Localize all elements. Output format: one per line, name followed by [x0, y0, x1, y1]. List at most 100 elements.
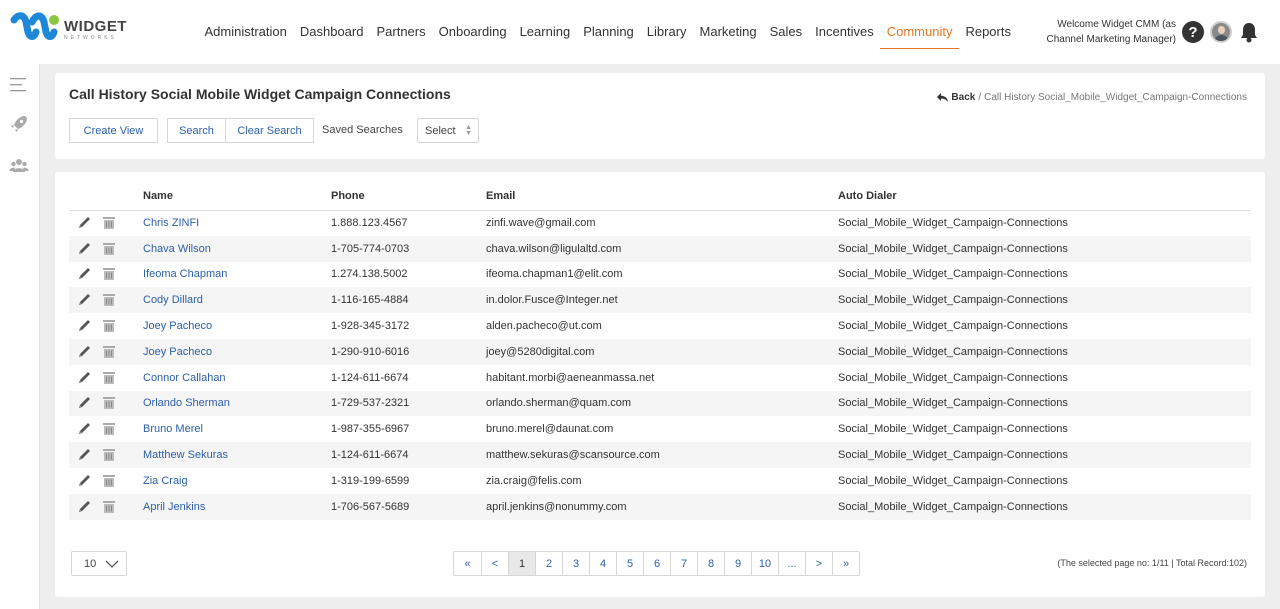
nav-item-incentives[interactable]: Incentives: [809, 15, 881, 49]
col-dialer-header[interactable]: Auto Dialer: [834, 182, 1251, 211]
cell-dialer: Social_Mobile_Widget_Campaign-Connection…: [834, 338, 1251, 365]
trash-icon[interactable]: [101, 422, 117, 436]
welcome-line-1: Welcome Widget CMM (as: [1057, 19, 1176, 30]
cell-name[interactable]: Ifeoma Chapman: [139, 262, 327, 288]
row-actions: [69, 468, 139, 494]
pencil-icon[interactable]: [77, 396, 93, 410]
breadcrumb-current: Call History Social_Mobile_Widget_Campai…: [984, 92, 1247, 103]
pencil-icon[interactable]: [77, 500, 93, 514]
pencil-icon[interactable]: [77, 448, 93, 462]
col-phone-header[interactable]: Phone: [327, 182, 482, 211]
nav-item-marketing[interactable]: Marketing: [693, 15, 763, 49]
cell-name[interactable]: Chava Wilson: [139, 235, 327, 262]
cell-email: orlando.sherman@quam.com: [482, 390, 834, 417]
pencil-icon[interactable]: [77, 293, 93, 307]
nav-item-reports[interactable]: Reports: [959, 15, 1018, 49]
rocket-icon[interactable]: [9, 114, 29, 134]
page-button[interactable]: 3: [562, 552, 589, 575]
clear-search-button[interactable]: Clear Search: [225, 118, 314, 143]
page-prev-button[interactable]: <: [481, 552, 508, 575]
menu-icon[interactable]: [9, 75, 29, 95]
cell-phone: 1-319-199-6599: [331, 474, 410, 487]
page-button[interactable]: 10: [751, 552, 778, 575]
cell-phone: 1-124-611-6674: [327, 442, 482, 468]
trash-icon[interactable]: [101, 500, 117, 514]
page-button[interactable]: 6: [643, 552, 670, 575]
page-last-button[interactable]: »: [832, 552, 859, 575]
nav-item-planning[interactable]: Planning: [577, 15, 641, 49]
cell-name[interactable]: Chris ZINFI: [139, 210, 327, 236]
trash-icon[interactable]: [101, 267, 117, 281]
pencil-icon[interactable]: [77, 216, 93, 230]
page-button[interactable]: 9: [724, 552, 751, 575]
page-button[interactable]: 1: [508, 552, 535, 575]
pencil-icon[interactable]: [77, 345, 93, 359]
cell-email: in.dolor.Fusce@Integer.net: [482, 287, 834, 314]
trash-icon[interactable]: [101, 474, 117, 488]
nav-item-partners[interactable]: Partners: [370, 15, 432, 49]
per-page-select[interactable]: 10: [71, 551, 127, 576]
cell-name[interactable]: Joey Pacheco: [139, 313, 327, 339]
table-row: Zia Craig 1-319-199-6599 zia.craig@felis.c…: [69, 468, 1251, 494]
row-actions: [69, 287, 139, 314]
nav-item-dashboard[interactable]: Dashboard: [293, 15, 370, 49]
cell-name[interactable]: Zia Craig: [139, 468, 327, 494]
trash-icon[interactable]: [101, 242, 117, 256]
trash-icon[interactable]: [101, 448, 117, 462]
cell-name[interactable]: Matthew Sekuras: [139, 442, 327, 468]
cell-name[interactable]: April Jenkins: [139, 493, 327, 520]
nav-item-community[interactable]: Community: [880, 15, 959, 49]
trash-icon[interactable]: [101, 216, 117, 230]
col-name-header[interactable]: Name: [139, 182, 327, 211]
logo[interactable]: WIDGET NETWORKS: [10, 12, 127, 48]
page-button[interactable]: 4: [589, 552, 616, 575]
pencil-icon[interactable]: [77, 267, 93, 281]
cell-email: ifeoma.chapman1@elit.com: [486, 268, 623, 281]
help-icon[interactable]: ?: [1182, 21, 1204, 43]
page-button[interactable]: 5: [616, 552, 643, 575]
table-row: Cody Dillard 1-116-165-4884 in.dolor.Fusce…: [69, 287, 1251, 314]
row-actions: [69, 416, 139, 442]
col-email-header[interactable]: Email: [482, 182, 834, 211]
cell-name[interactable]: Orlando Sherman: [139, 390, 327, 417]
trash-icon[interactable]: [101, 293, 117, 307]
nav-item-sales[interactable]: Sales: [763, 15, 809, 49]
page-ellipsis[interactable]: ...: [778, 552, 805, 575]
cell-name[interactable]: Cody Dillard: [139, 287, 327, 314]
pencil-icon[interactable]: [77, 371, 93, 385]
cell-name[interactable]: Bruno Merel: [139, 416, 327, 442]
page-next-button[interactable]: >: [805, 552, 832, 575]
search-button[interactable]: Search: [167, 118, 226, 143]
table-card: Name Phone Email Auto Dialer Chris ZINFI…: [55, 172, 1265, 597]
nav-item-library[interactable]: Library: [640, 15, 693, 49]
pencil-icon[interactable]: [77, 242, 93, 256]
nav-item-onboarding[interactable]: Onboarding: [432, 15, 513, 49]
avatar[interactable]: [1210, 21, 1232, 43]
page-button[interactable]: 7: [670, 552, 697, 575]
trash-icon[interactable]: [101, 396, 117, 410]
page-button[interactable]: 2: [535, 552, 562, 575]
trash-icon[interactable]: [101, 371, 117, 385]
pencil-icon[interactable]: [77, 474, 93, 488]
community-icon[interactable]: [9, 155, 29, 175]
pencil-icon[interactable]: [77, 422, 93, 436]
nav-item-learning[interactable]: Learning: [513, 15, 577, 49]
pencil-icon[interactable]: [77, 319, 93, 333]
cell-dialer: Social_Mobile_Widget_Campaign-Connection…: [834, 390, 1251, 417]
nav-item-administration[interactable]: Administration: [198, 15, 293, 49]
table-row: Chris ZINFI 1.888.123.4567 zinfi.wave@gmai…: [69, 210, 1251, 236]
cell-name[interactable]: Connor Callahan: [139, 365, 327, 391]
row-actions: [69, 313, 139, 339]
create-view-button[interactable]: Create View: [69, 118, 158, 143]
page-button[interactable]: 8: [697, 552, 724, 575]
bell-icon[interactable]: [1239, 21, 1259, 43]
trash-icon[interactable]: [101, 345, 117, 359]
cell-phone: 1-729-537-2321: [327, 390, 482, 417]
trash-icon[interactable]: [101, 319, 117, 333]
back-link[interactable]: Back: [937, 92, 975, 103]
row-actions: [69, 365, 139, 391]
page-first-button[interactable]: «: [454, 552, 481, 575]
saved-searches-select[interactable]: Select ▲ ▼: [417, 118, 479, 143]
welcome-text: Welcome Widget CMM (as Channel Marketing…: [1040, 17, 1176, 47]
cell-name[interactable]: Joey Pacheco: [139, 338, 327, 365]
